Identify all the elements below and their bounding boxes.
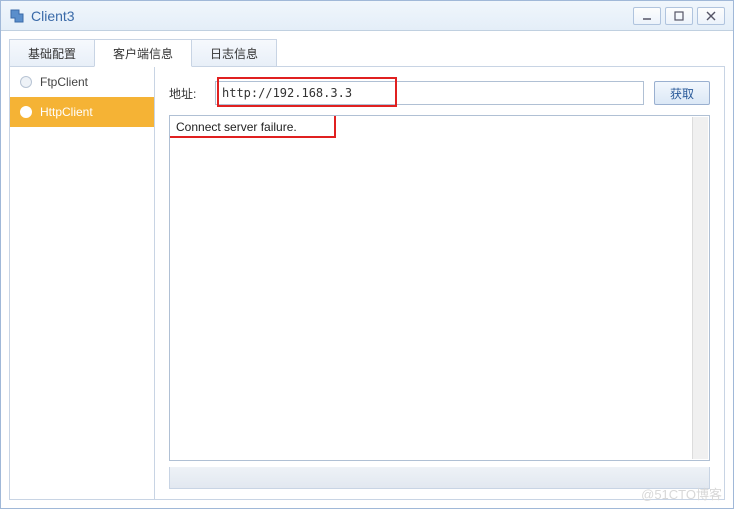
result-textarea[interactable]: Connect server failure. [169, 115, 710, 461]
tab-client-info[interactable]: 客户端信息 [94, 39, 192, 67]
tab-label: 基础配置 [28, 45, 76, 62]
main-panel: 地址: 获取 Connect server failure. [155, 67, 724, 499]
address-row: 地址: 获取 [169, 81, 710, 105]
app-window: Client3 基础配置 客户端信息 日志信息 FtpClient HttpCl… [0, 0, 734, 509]
titlebar: Client3 [1, 1, 733, 31]
tab-log-info[interactable]: 日志信息 [191, 39, 277, 67]
radio-icon [20, 106, 32, 118]
tab-label: 客户端信息 [113, 45, 173, 62]
maximize-button[interactable] [665, 7, 693, 25]
address-input[interactable] [215, 81, 644, 105]
client-sidebar: FtpClient HttpClient [10, 67, 155, 499]
window-title: Client3 [31, 8, 633, 24]
result-text: Connect server failure. [176, 120, 297, 134]
app-icon [9, 8, 25, 24]
radio-icon [20, 76, 32, 88]
address-label: 地址: [169, 85, 205, 102]
scrollbar[interactable] [692, 117, 708, 459]
content-area: 基础配置 客户端信息 日志信息 FtpClient HttpClient 地址: [1, 31, 733, 508]
fetch-button[interactable]: 获取 [654, 81, 710, 105]
sidebar-item-label: FtpClient [40, 75, 88, 89]
tab-basic-config[interactable]: 基础配置 [9, 39, 95, 67]
sidebar-item-ftpclient[interactable]: FtpClient [10, 67, 154, 97]
status-bar [169, 467, 710, 489]
close-button[interactable] [697, 7, 725, 25]
minimize-button[interactable] [633, 7, 661, 25]
sidebar-item-httpclient[interactable]: HttpClient [10, 97, 154, 127]
tab-label: 日志信息 [210, 45, 258, 62]
sidebar-item-label: HttpClient [40, 105, 93, 119]
tab-body: FtpClient HttpClient 地址: 获取 Connect serv… [9, 66, 725, 500]
tab-strip: 基础配置 客户端信息 日志信息 [9, 39, 725, 67]
fetch-button-label: 获取 [670, 85, 694, 102]
window-controls [633, 7, 725, 25]
